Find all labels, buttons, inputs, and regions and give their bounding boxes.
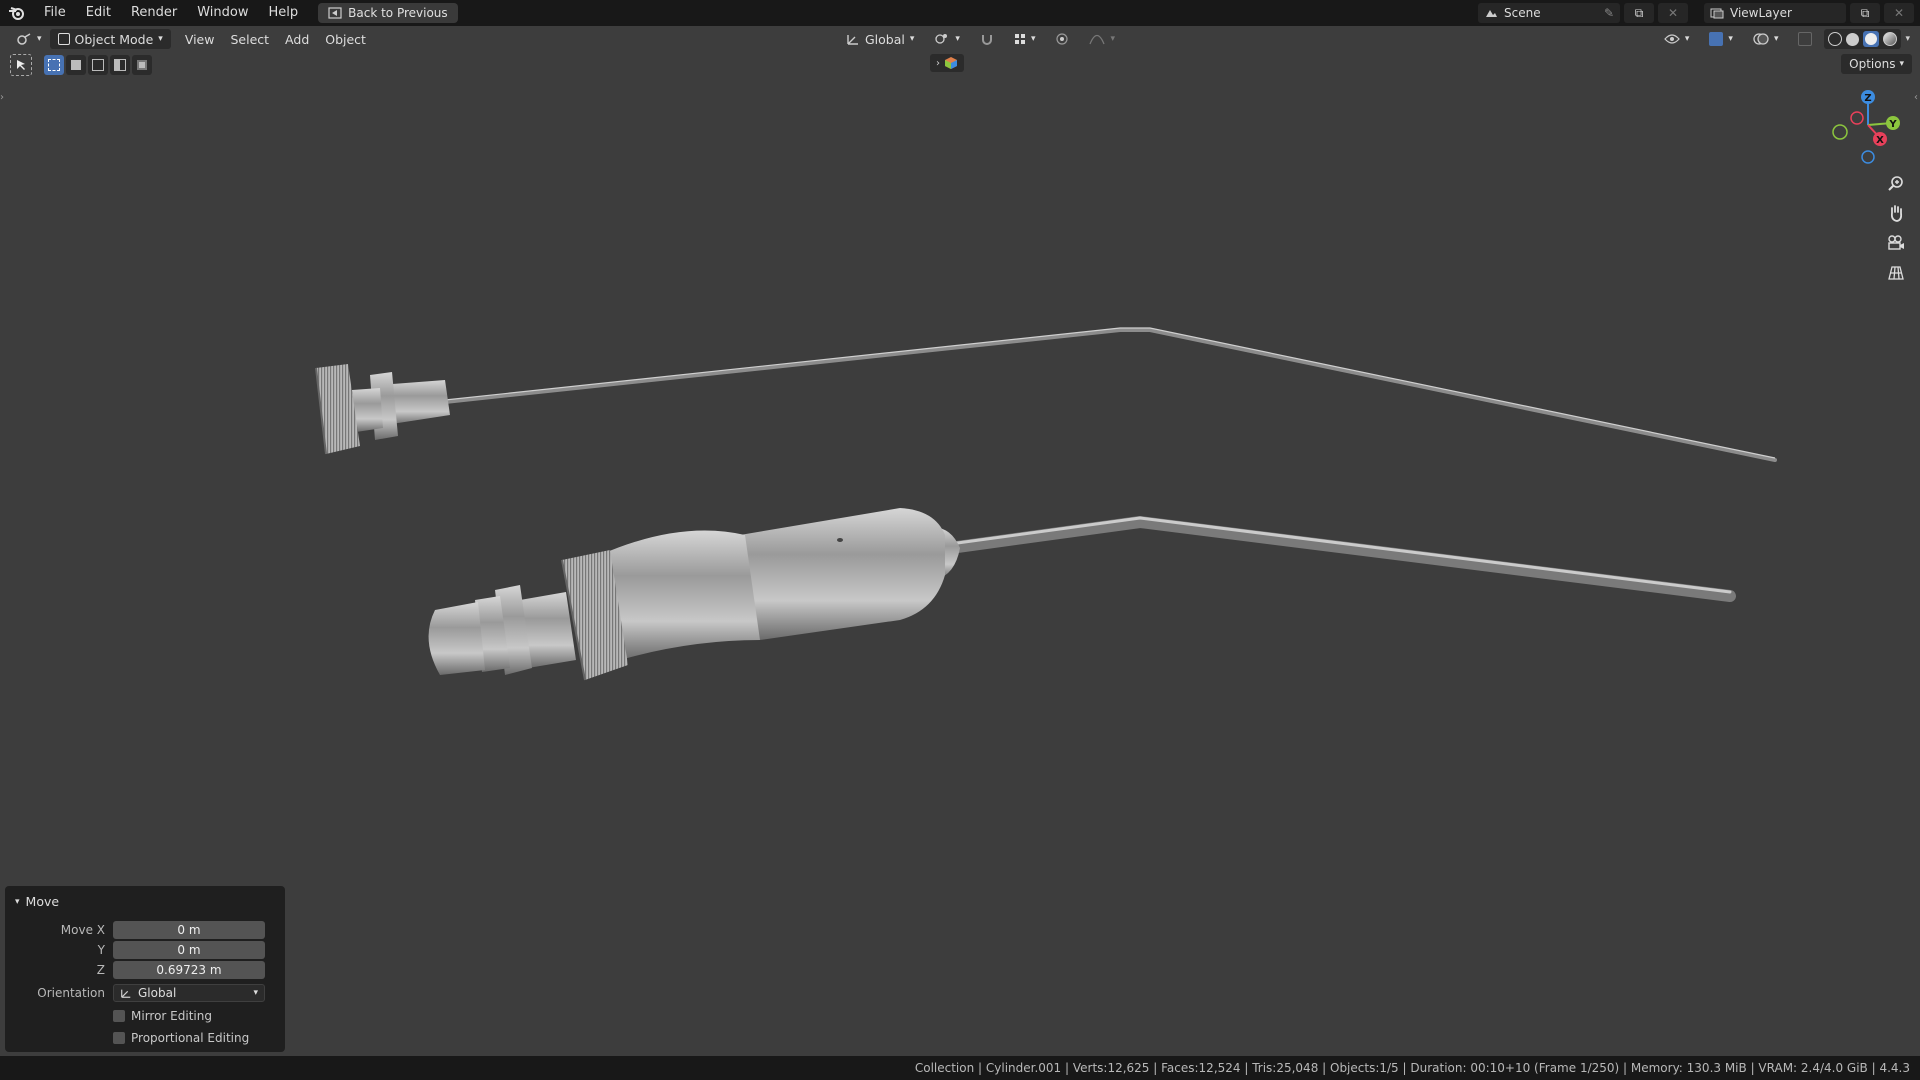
camera-view-icon[interactable] (1880, 230, 1912, 256)
chevron-down-icon: ▾ (15, 896, 20, 907)
orientation-icon (121, 989, 131, 998)
gizmo-neg-z[interactable] (1861, 150, 1875, 164)
checkbox-box (113, 1032, 125, 1044)
gizmo-x-label: X (1876, 135, 1884, 146)
orientation-value: Global (138, 986, 177, 1000)
checkbox-box (113, 1010, 125, 1022)
stylet-model[interactable] (315, 327, 1777, 462)
menu-render[interactable]: Render (121, 2, 187, 24)
move-y-label: Y (97, 943, 105, 957)
suction-handle-model[interactable] (428, 508, 1736, 681)
gizmo-neg-x[interactable] (1850, 111, 1864, 125)
gizmo-y-label: Y (1888, 119, 1897, 130)
mirror-editing-label: Mirror Editing (131, 1009, 212, 1023)
orientation-dropdown[interactable]: Global ▾ (113, 984, 265, 1002)
view-layer-selector[interactable]: ViewLayer (1704, 3, 1846, 23)
proportional-editing-checkbox[interactable]: Proportional Editing (113, 1031, 249, 1045)
scene-render (315, 327, 1777, 681)
scene-selector[interactable]: Scene ✎ (1478, 3, 1620, 23)
menu-window[interactable]: Window (187, 2, 258, 24)
gizmo-z-label: Z (1864, 93, 1871, 104)
top-right-controls: Scene ✎ ⧉ ✕ ViewLayer ⧉ ✕ (1478, 0, 1920, 26)
top-bar: File Edit Render Window Help Back to Pre… (0, 0, 1920, 26)
menu-edit[interactable]: Edit (76, 2, 121, 24)
chevron-down-icon: ▾ (253, 988, 258, 998)
delete-view-layer-icon[interactable]: ✕ (1884, 3, 1914, 23)
last-operator-panel: ▾ Move Move X 0 m Y 0 m Z 0.69723 m Orie… (5, 886, 285, 1052)
panel-title: Move (25, 894, 60, 909)
zoom-icon[interactable] (1880, 170, 1912, 196)
orientation-label: Orientation (37, 986, 105, 1000)
move-x-field[interactable]: 0 m (113, 921, 265, 939)
panel-header[interactable]: ▾ Move (15, 894, 59, 909)
pan-hand-icon[interactable] (1880, 200, 1912, 226)
new-scene-icon[interactable]: ⧉ (1624, 3, 1654, 23)
back-icon (328, 7, 342, 19)
proportional-editing-label: Proportional Editing (131, 1031, 250, 1045)
status-bar: Collection | Cylinder.001 | Verts:12,625… (0, 1056, 1920, 1080)
back-to-previous-label: Back to Previous (348, 6, 448, 20)
delete-scene-icon[interactable]: ✕ (1658, 3, 1688, 23)
scene-name: Scene (1504, 6, 1541, 20)
move-x-label: Move X (60, 923, 105, 937)
menu-help[interactable]: Help (259, 2, 309, 24)
back-to-previous-button[interactable]: Back to Previous (318, 3, 458, 23)
new-view-layer-icon[interactable]: ⧉ (1850, 3, 1880, 23)
navigation-gizmo[interactable]: Z Y X (1820, 80, 1920, 180)
view-layer-name: ViewLayer (1730, 6, 1792, 20)
blender-logo-icon[interactable] (0, 6, 34, 20)
status-text: Collection | Cylinder.001 | Verts:12,625… (914, 1061, 1910, 1075)
move-z-label: Z (96, 963, 105, 977)
perspective-grid-icon[interactable] (1880, 260, 1912, 286)
move-y-field[interactable]: 0 m (113, 941, 265, 959)
pin-icon[interactable]: ✎ (1604, 6, 1614, 20)
scene-icon (1486, 10, 1497, 17)
mirror-editing-checkbox[interactable]: Mirror Editing (113, 1009, 212, 1023)
move-z-field[interactable]: 0.69723 m (113, 961, 265, 979)
gizmo-neg-y[interactable] (1832, 124, 1848, 140)
view-layer-icon (1710, 8, 1724, 19)
menu-file[interactable]: File (34, 2, 76, 24)
